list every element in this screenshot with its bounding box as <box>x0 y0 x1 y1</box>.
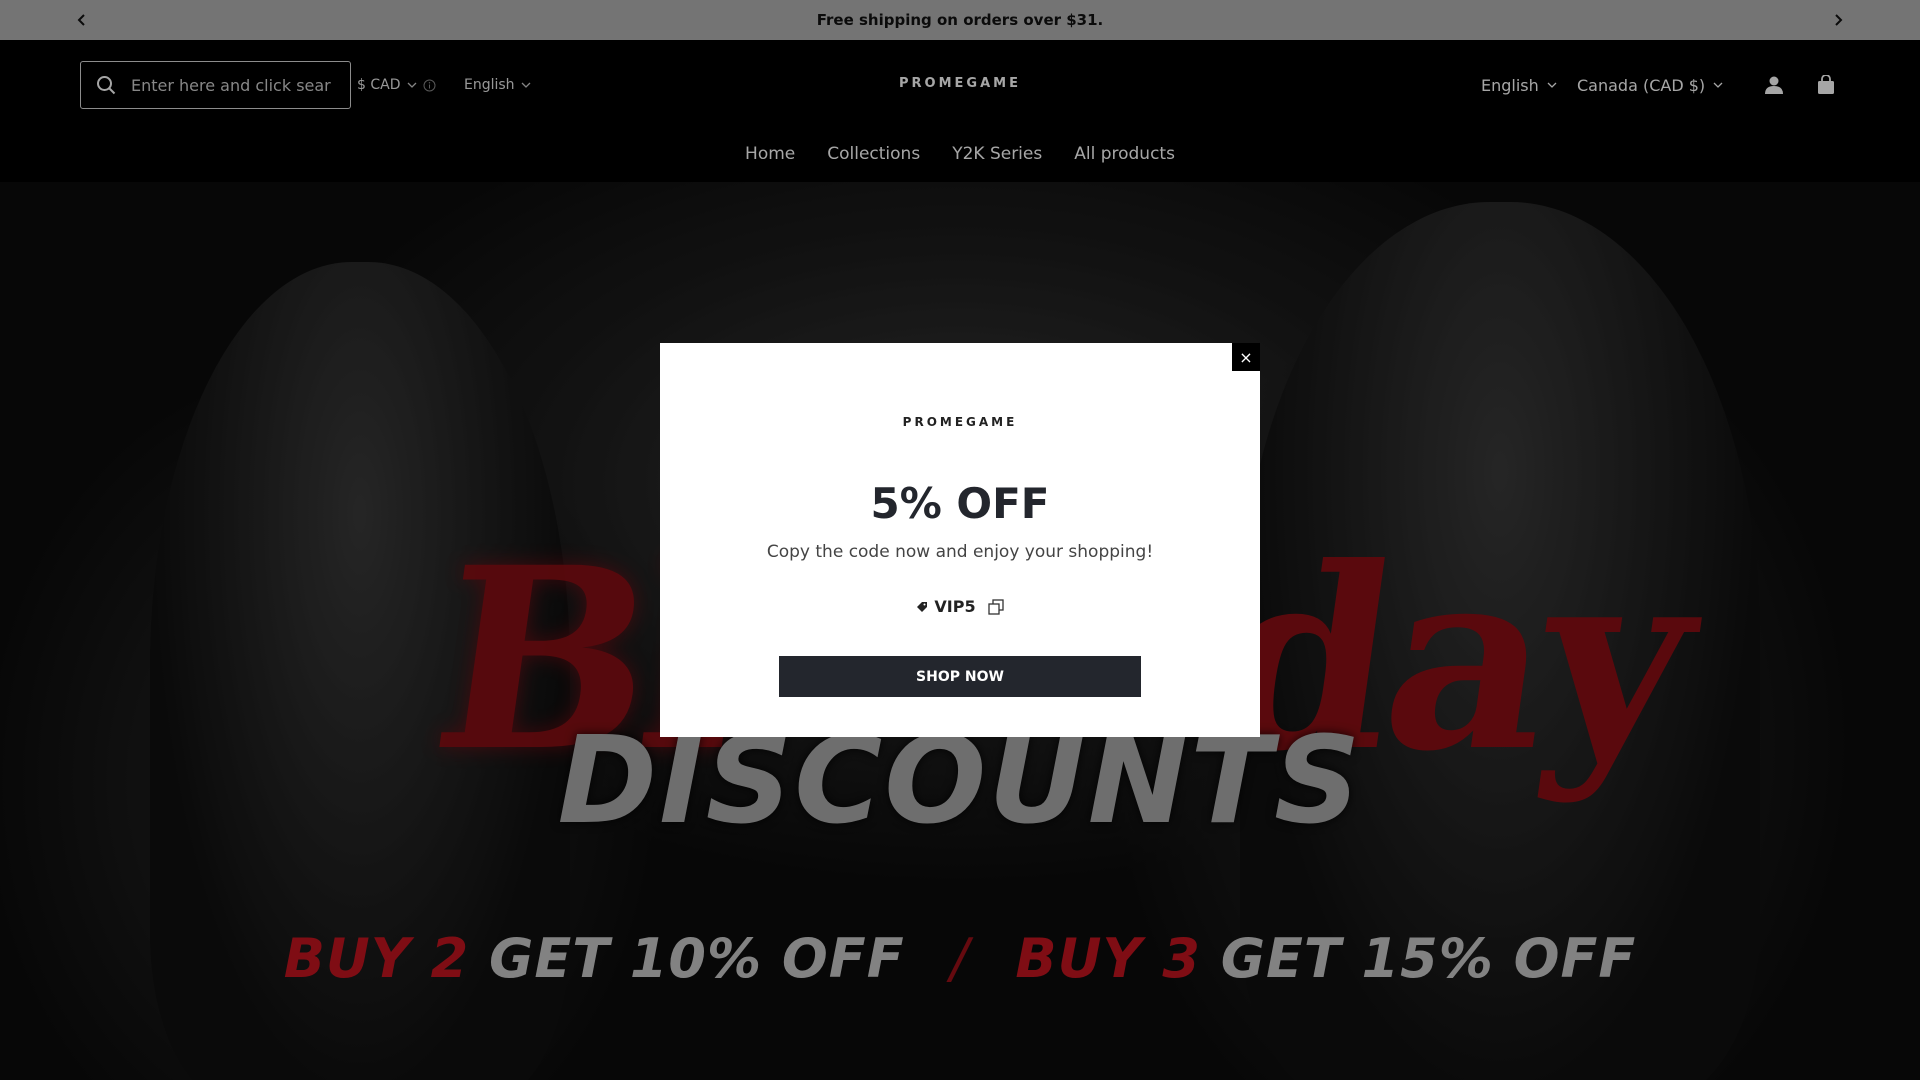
modal-headline: 5% OFF <box>870 479 1050 528</box>
modal-logo: PROMEGAME <box>902 415 1018 429</box>
coupon-code-value: VIP5 <box>934 597 976 616</box>
promo-modal: × PROMEGAME 5% OFF Copy the code now and… <box>660 343 1260 737</box>
close-button[interactable]: × <box>1232 343 1260 371</box>
close-icon: × <box>1239 347 1253 367</box>
copy-button[interactable] <box>987 598 1004 615</box>
coupon-code: VIP5 <box>660 597 1260 616</box>
modal-subtext: Copy the code now and enjoy your shoppin… <box>766 542 1154 562</box>
tag-icon <box>917 601 928 612</box>
copy-icon <box>987 598 1004 615</box>
shop-now-button[interactable]: SHOP NOW <box>779 656 1141 697</box>
